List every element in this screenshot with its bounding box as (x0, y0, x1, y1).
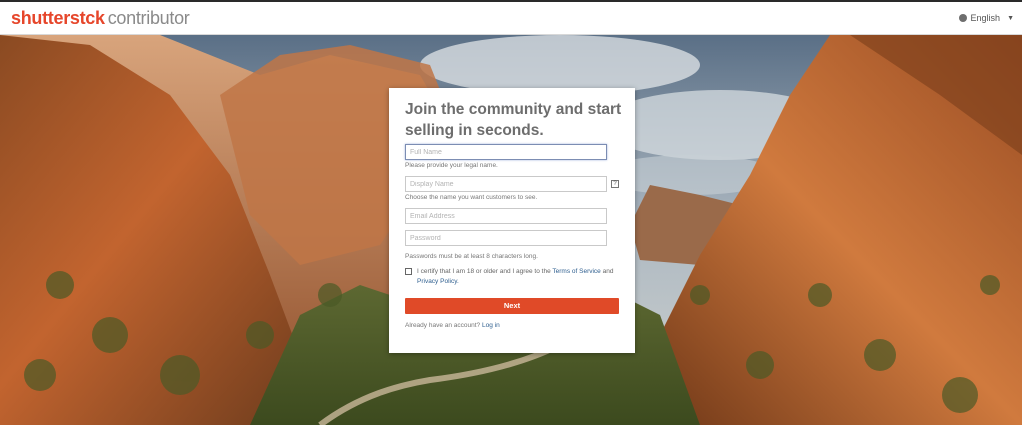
chevron-down-icon: ▼ (1007, 14, 1014, 22)
age-terms-checkbox[interactable] (405, 268, 412, 275)
email-input[interactable] (405, 208, 607, 224)
language-label: English (970, 13, 1001, 23)
top-header: shutterstck contributor English ▼ (0, 2, 1022, 35)
help-icon[interactable]: ? (611, 180, 619, 188)
logo-subtitle: contributor (107, 8, 190, 28)
agree-text: I certify that I am 18 or older and I ag… (417, 268, 551, 275)
login-prompt: Already have an account? Log in (405, 322, 500, 329)
password-input[interactable] (405, 230, 607, 246)
terms-of-service-link[interactable]: Terms of Service (552, 268, 600, 275)
password-hint: Passwords must be at least 8 characters … (405, 253, 538, 260)
and-text: and (602, 268, 614, 275)
login-link[interactable]: Log in (482, 322, 500, 329)
full-name-input[interactable] (405, 144, 607, 160)
login-prompt-text: Already have an account? (405, 322, 481, 329)
display-name-hint: Choose the name you want customers to se… (405, 194, 538, 201)
full-name-hint: Please provide your legal name. (405, 162, 498, 169)
logo-brand: shutterstck (11, 8, 105, 28)
language-selector[interactable]: English ▼ (958, 13, 1014, 23)
next-button[interactable]: Next (405, 298, 619, 314)
globe-icon (958, 14, 967, 22)
display-name-input[interactable] (405, 176, 607, 192)
signup-heading: Join the community and start selling in … (405, 101, 622, 139)
terms-agreement-text: I certify that I am 18 or older and I ag… (417, 267, 627, 287)
privacy-policy-link[interactable]: Privacy Policy. (417, 278, 459, 285)
shutterstock-logo[interactable]: shutterstck contributor (11, 8, 190, 29)
signup-form-card: Join the community and start selling in … (389, 88, 635, 353)
